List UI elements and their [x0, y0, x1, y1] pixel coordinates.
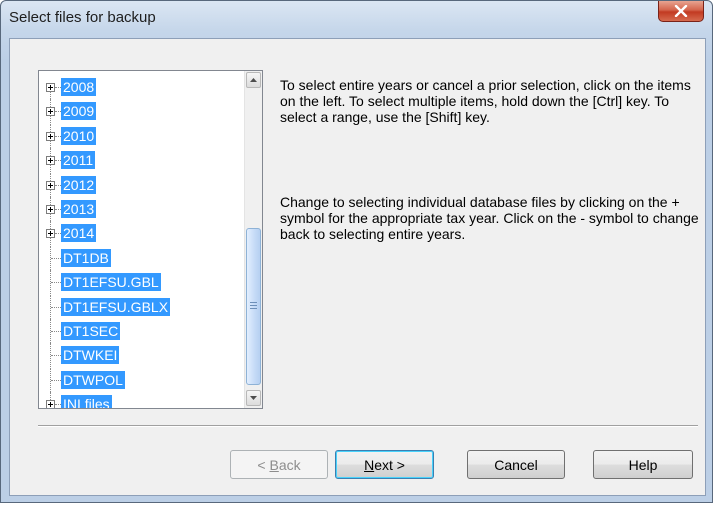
- tree-item[interactable]: DT1DB: [39, 245, 244, 270]
- tree-item[interactable]: DT1EFSU.GBL: [39, 270, 244, 295]
- expand-plus-icon[interactable]: [46, 131, 55, 141]
- tree-item-label: DTWKEI: [61, 346, 120, 365]
- scroll-up-button[interactable]: [246, 72, 261, 88]
- next-button[interactable]: Next >: [335, 450, 434, 479]
- file-tree[interactable]: 2008 2009 2010 2011 2012 2013 2014 DT1DB DT1EFSU…: [38, 70, 263, 409]
- tree-connector: [51, 306, 61, 308]
- tree-item[interactable]: 2010: [39, 123, 244, 148]
- instructions-text: To select entire years or cancel a prior…: [280, 77, 700, 125]
- scroll-thumb[interactable]: [246, 228, 261, 385]
- tree-item-label: DT1DB: [61, 248, 111, 267]
- instructions-paragraph-2: Change to selecting individual database …: [280, 194, 699, 242]
- next-rest: ext >: [374, 456, 405, 473]
- grip-line: [250, 305, 257, 306]
- tree-item-label: 2009: [61, 102, 97, 121]
- back-rest: ack: [278, 456, 301, 473]
- backup-dialog: Select files for backup 2008 2009 2010 2011…: [0, 0, 713, 503]
- tree-item-label: 2013: [61, 200, 97, 218]
- tree-item[interactable]: DTWPOL: [39, 367, 244, 392]
- grip-line: [250, 308, 257, 309]
- dialog-body: 2008 2009 2010 2011 2012 2013 2014 DT1DB DT1EFSU…: [9, 38, 706, 496]
- tree-connector: [51, 331, 61, 332]
- expand-plus-icon[interactable]: [46, 205, 55, 214]
- instructions-paragraph-1: To select entire years or cancel a prior…: [280, 77, 691, 125]
- expand-plus-icon[interactable]: [46, 156, 55, 166]
- close-icon: [674, 5, 688, 17]
- tree-scrollbar[interactable]: [244, 71, 262, 408]
- expand-plus-icon[interactable]: [46, 107, 55, 117]
- back-button[interactable]: < Back: [230, 450, 328, 479]
- expand-plus-icon[interactable]: [46, 229, 55, 239]
- separator: [38, 425, 698, 427]
- arrow-down-icon: [250, 396, 257, 400]
- tree-connector: [51, 379, 61, 381]
- tree-item[interactable]: 2008: [39, 75, 244, 99]
- tree-item[interactable]: 2011: [39, 148, 244, 173]
- tree-connector: [51, 257, 61, 259]
- back-prefix: <: [257, 456, 270, 473]
- tree-connector: [51, 355, 61, 357]
- file-tree-list: 2008 2009 2010 2011 2012 2013 2014 DT1DB DT1EFSU…: [39, 71, 244, 408]
- tree-item-label: 2008: [61, 78, 97, 96]
- scroll-down-button[interactable]: [246, 390, 261, 406]
- title-bar[interactable]: Select files for backup: [1, 1, 712, 37]
- tree-item-label: 2014: [61, 224, 97, 243]
- tree-item[interactable]: 2013: [39, 197, 244, 221]
- back-mnemonic: B: [269, 456, 279, 473]
- expand-plus-icon[interactable]: [46, 400, 55, 408]
- tree-item-label: DT1EFSU.GBL: [61, 273, 161, 292]
- tree-item[interactable]: 2014: [39, 221, 244, 246]
- tree-item-label: INI files: [61, 395, 112, 408]
- expand-plus-icon[interactable]: [46, 83, 55, 92]
- tree-item-label: DT1SEC: [61, 322, 121, 340]
- tree-item-label: DTWPOL: [61, 370, 125, 389]
- tree-item[interactable]: 2009: [39, 99, 244, 124]
- grip-line: [250, 302, 257, 303]
- close-button[interactable]: [658, 1, 704, 22]
- window-title: Select files for backup: [9, 9, 156, 26]
- tree-connector: [51, 282, 61, 284]
- tree-item-label: 2010: [61, 126, 97, 145]
- tree-item[interactable]: INI files: [39, 392, 244, 408]
- tree-item-label: 2011: [61, 151, 96, 170]
- arrow-up-icon: [250, 78, 257, 82]
- expand-plus-icon[interactable]: [46, 180, 55, 190]
- next-mnemonic: N: [364, 456, 375, 473]
- tree-item[interactable]: 2012: [39, 172, 244, 197]
- cancel-button[interactable]: Cancel: [467, 450, 565, 479]
- help-button[interactable]: Help: [593, 450, 693, 479]
- tree-item-label: 2012: [61, 175, 97, 194]
- tree-item-label: DT1EFSU.GBLX: [61, 297, 171, 316]
- tree-item[interactable]: DT1SEC: [39, 319, 244, 343]
- tree-item[interactable]: DTWKEI: [39, 343, 244, 368]
- tree-item[interactable]: DT1EFSU.GBLX: [39, 294, 244, 319]
